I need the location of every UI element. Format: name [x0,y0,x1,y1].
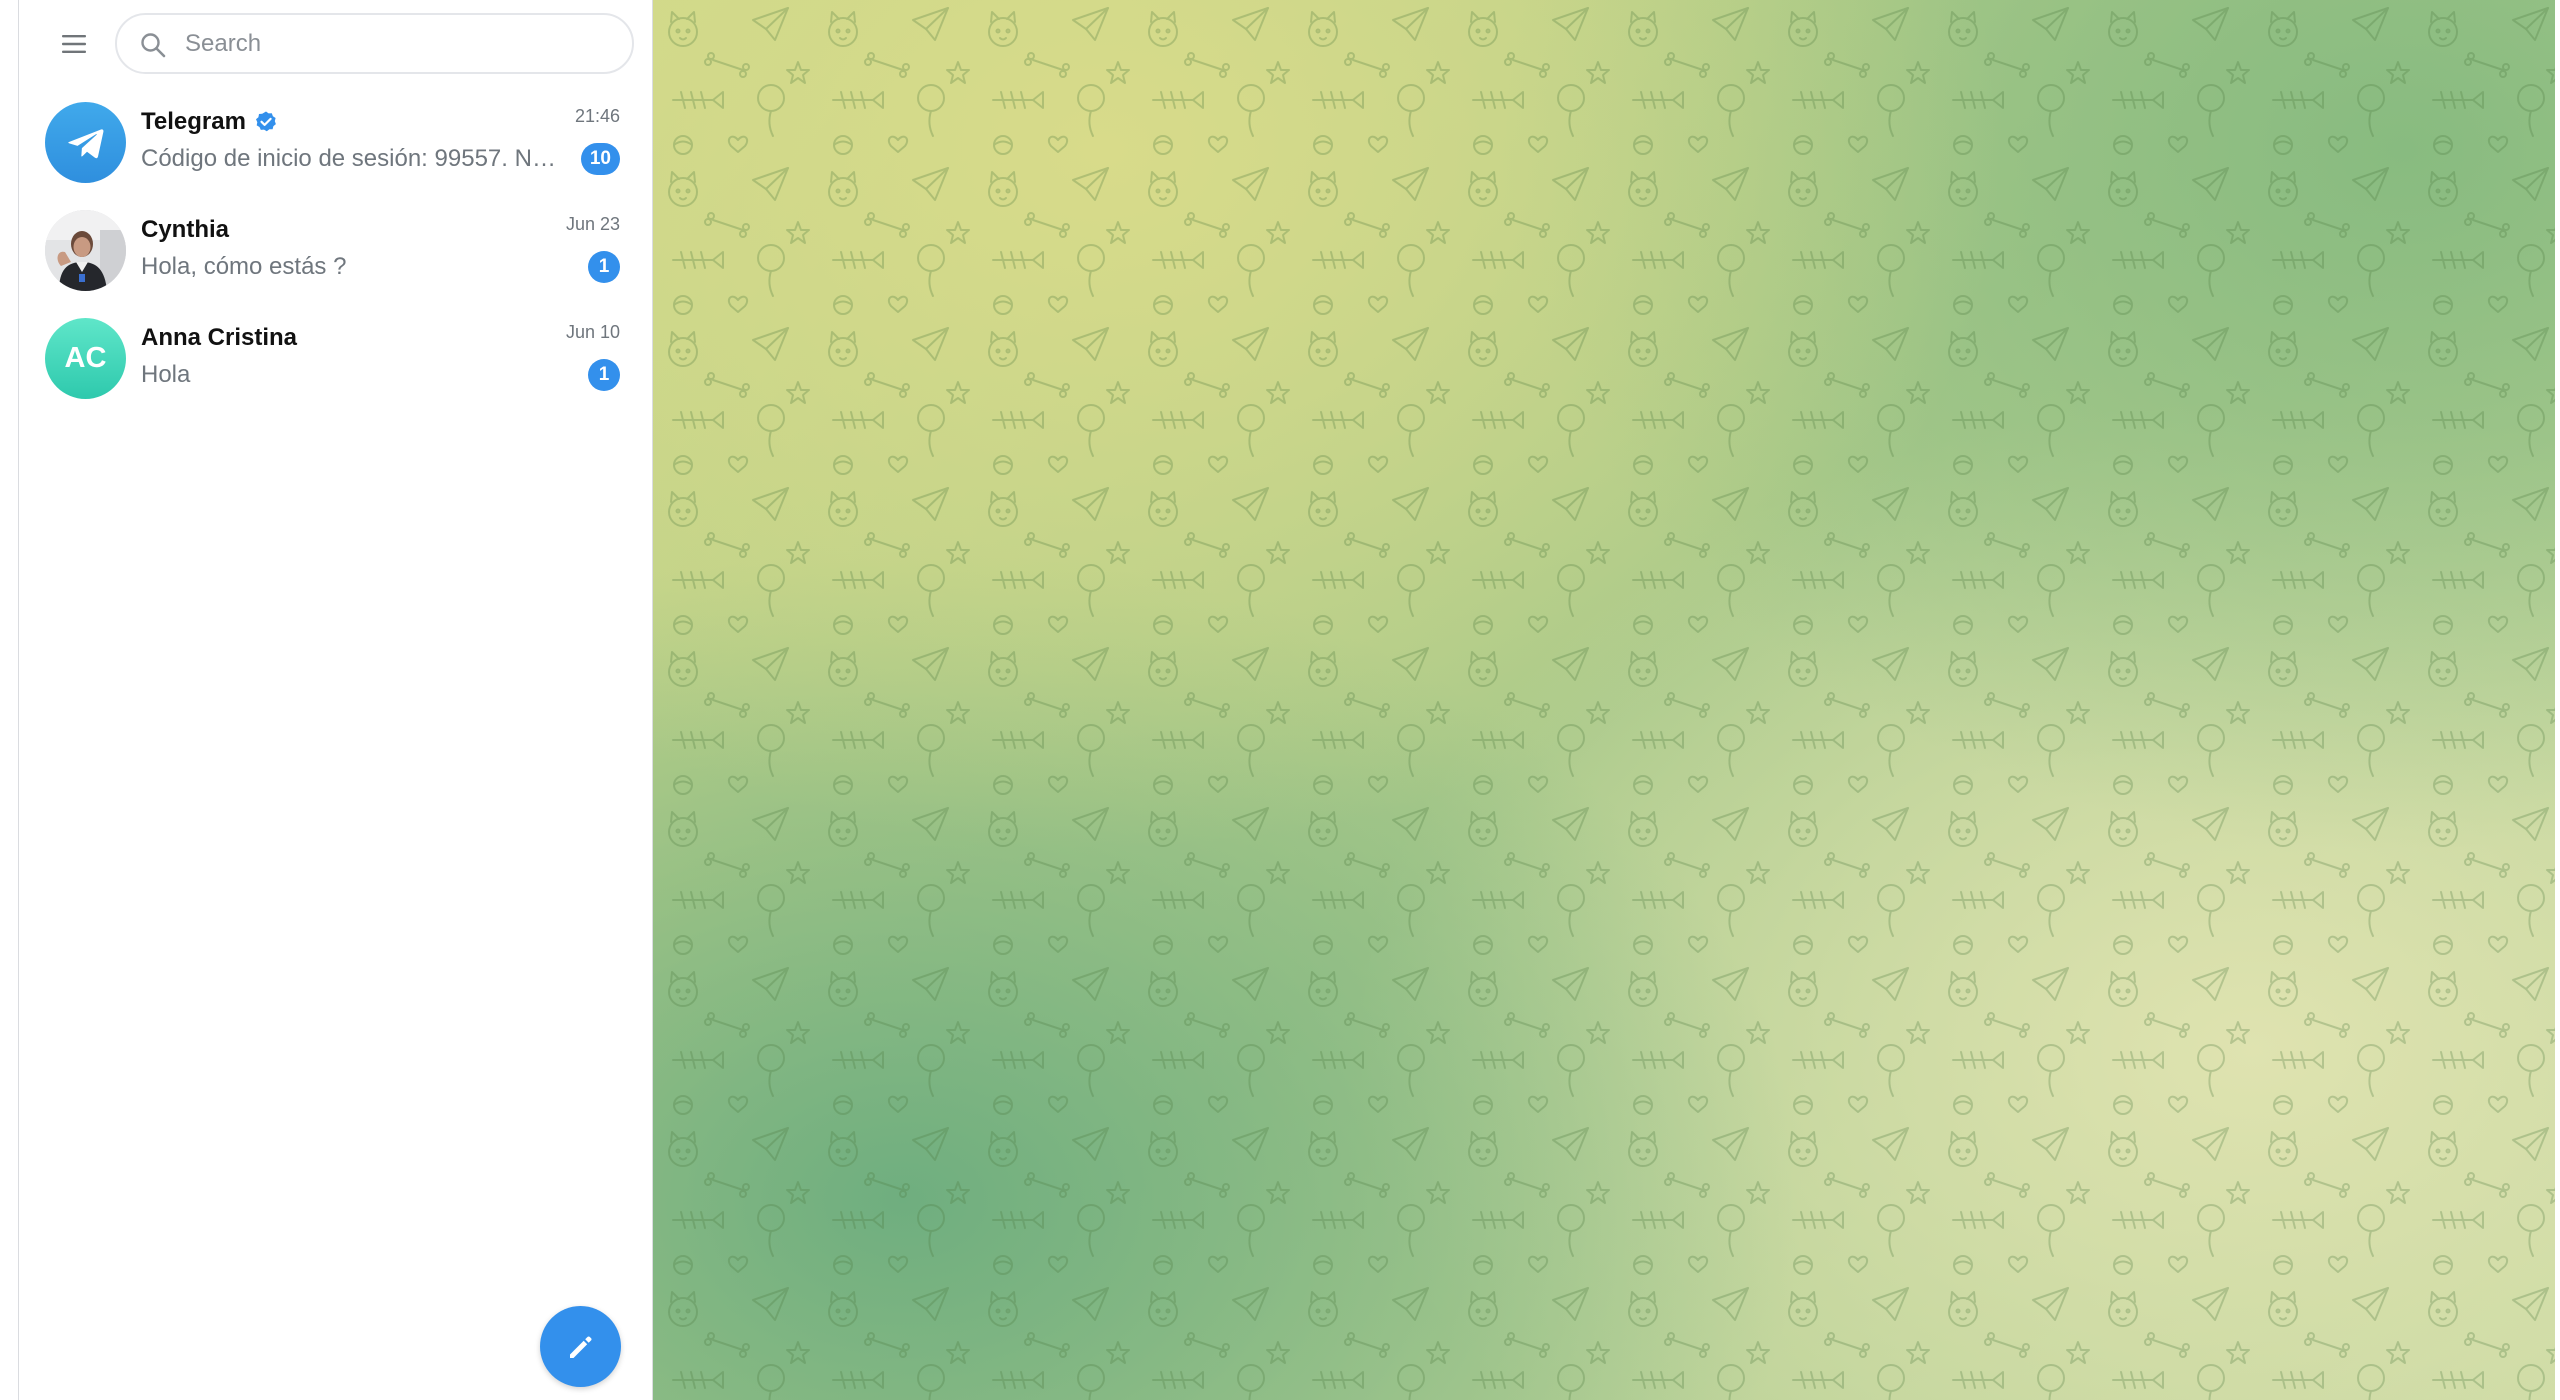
unread-badge: 1 [588,359,620,391]
hamburger-menu-icon [62,35,86,53]
menu-button[interactable] [54,24,94,64]
search-icon [141,33,166,58]
chat-item-telegram[interactable]: Telegram 21:46 Código de inicio de sesió… [19,88,652,196]
new-message-button[interactable] [540,1306,621,1387]
telegram-avatar [45,102,126,183]
left-gutter [0,0,19,1400]
search-input[interactable] [183,23,617,65]
chat-list-sidebar: Telegram 21:46 Código de inicio de sesió… [19,0,653,1400]
chat-wallpaper [653,0,2555,1400]
chat-name: Telegram [141,108,278,136]
chat-item-anna-cristina[interactable]: AC Anna Cristina Jun 10 Hola 1 [19,304,652,412]
chat-name: Cynthia [141,216,229,244]
chat-time: 21:46 [574,106,620,126]
chat-item-cynthia[interactable]: Cynthia Jun 23 Hola, cómo estás ? 1 [19,196,652,304]
unread-badge: 1 [588,251,620,283]
pencil-icon [569,1335,592,1358]
search-box[interactable] [115,13,634,74]
verified-badge-icon [255,111,276,132]
unread-badge: 10 [580,143,620,175]
chat-preview: Hola, cómo estás ? [141,253,347,280]
cynthia-avatar [45,210,126,291]
chat-preview: Código de inicio de sesión: 99557. No... [141,145,561,172]
sidebar-header [19,0,652,88]
chat-preview: Hola [141,361,191,388]
window-edge [2555,0,2560,1400]
chat-name-text: Telegram [141,108,246,135]
avatar-initials: AC [64,342,107,374]
anna-cristina-avatar: AC [45,318,126,399]
chat-time: Jun 23 [565,214,620,234]
profile-photo [45,210,126,291]
chat-name-text: Anna Cristina [141,324,298,351]
telegram-logo-icon [67,128,103,158]
doodle-pattern [653,0,2555,1400]
chat-name-text: Cynthia [141,216,230,243]
chat-name: Anna Cristina [141,324,297,352]
chat-time: Jun 10 [565,322,620,342]
telegram-app: Telegram 21:46 Código de inicio de sesió… [0,0,2560,1400]
